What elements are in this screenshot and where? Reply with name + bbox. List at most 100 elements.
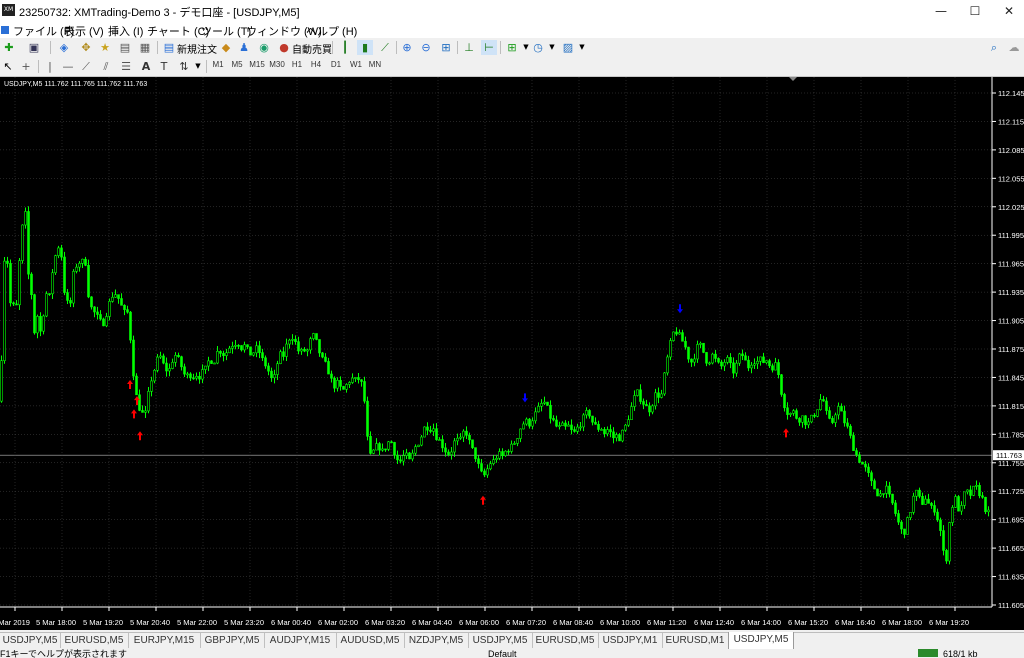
menu-tools[interactable]: ツール (T) (201, 23, 251, 39)
data-window-icon[interactable]: ✥ (78, 40, 94, 55)
chart-tab[interactable]: EURUSD,M5 (532, 633, 599, 648)
crosshair-icon[interactable]: + (18, 59, 34, 74)
minimize-button[interactable]: — (924, 0, 958, 22)
timeframe-m1[interactable]: M1 (209, 60, 227, 69)
candle-body (654, 392, 657, 407)
menu-insert[interactable]: 挿入 (I) (108, 23, 143, 39)
time-label: 6 Mar 08:40 (553, 618, 593, 627)
timeframe-h4[interactable]: H4 (307, 60, 325, 69)
strategy-tester-icon[interactable]: ▦ (137, 40, 153, 55)
close-button[interactable]: ✕ (992, 0, 1024, 22)
time-label: 6 Mar 07:20 (506, 618, 546, 627)
chart-tab[interactable]: USDJPY,M1 (598, 633, 663, 648)
candle-body (57, 247, 60, 256)
candle-body (813, 414, 816, 417)
new-order-button[interactable]: 新規注文 (177, 41, 217, 56)
candle-body (948, 522, 951, 562)
candle-body (699, 342, 702, 345)
auto-trading-button[interactable]: 自動売買 (292, 41, 332, 56)
chart-tab[interactable]: AUDUSD,M5 (336, 633, 405, 648)
price-label: 112.025 (998, 203, 1024, 212)
zoom-out-icon[interactable]: ⊖ (418, 40, 434, 55)
candle-body (417, 444, 420, 447)
cursor-icon[interactable]: ↖ (0, 59, 16, 74)
chart-tab[interactable]: USDJPY,M5 (0, 633, 61, 648)
trendline-icon[interactable]: ⟋ (78, 59, 94, 74)
candle-body (870, 472, 873, 482)
terminal-icon[interactable]: ▤ (117, 40, 133, 55)
shift-marker-icon[interactable] (789, 77, 797, 81)
menu-help[interactable]: ヘルプ (H) (306, 23, 357, 39)
candle-body (195, 375, 198, 379)
arrows-dropdown-icon[interactable]: ▼ (190, 59, 206, 74)
bar-chart-icon[interactable]: ┃ (337, 40, 353, 55)
candle-body (207, 360, 210, 367)
candle-body (12, 302, 15, 305)
candlestick-icon[interactable]: ▮ (357, 40, 373, 55)
zoom-in-icon[interactable]: ⊕ (399, 40, 415, 55)
timeframe-h1[interactable]: H1 (288, 60, 306, 69)
chart-tab[interactable]: USDJPY,M5 (468, 633, 533, 648)
tile-windows-icon[interactable]: ⊞ (438, 40, 454, 55)
mdi-chart-icon[interactable] (0, 22, 10, 38)
profiles-icon[interactable]: ▣ (26, 40, 42, 55)
new-order-icon[interactable]: ▤ (161, 40, 177, 55)
candle-body (243, 344, 246, 351)
candle-body (339, 380, 342, 387)
search-icon[interactable]: ⌕ (986, 40, 1002, 55)
text-label-icon[interactable]: T (156, 59, 172, 74)
candle-body (900, 521, 903, 530)
signals-icon[interactable]: ♟ (236, 40, 252, 55)
chart-tab[interactable]: GBPJPY,M5 (200, 633, 265, 648)
candle-body (882, 493, 885, 495)
menu-chart[interactable]: チャート (C) (147, 23, 209, 39)
menu-view[interactable]: 表示 (V) (64, 23, 104, 39)
chat-icon[interactable]: ☁ (1006, 40, 1022, 55)
candle-body (594, 421, 597, 425)
time-label: 6 Mar 10:00 (600, 618, 640, 627)
templates-dropdown-icon[interactable]: ▼ (574, 40, 590, 55)
candle-body (375, 443, 378, 451)
candle-body (285, 343, 288, 357)
price-label: 111.605 (998, 601, 1024, 610)
chart-tab[interactable]: USDJPY,M5 (728, 632, 794, 650)
vertical-line-icon[interactable]: | (42, 59, 58, 74)
chart-shift-icon[interactable]: ⊥ (461, 40, 477, 55)
equidistant-channel-icon[interactable]: ⫽ (98, 59, 114, 74)
timeframe-m30[interactable]: M30 (268, 60, 286, 69)
time-label: 6 Mar 11:20 (647, 618, 686, 627)
new-chart-icon[interactable]: ✚ (1, 40, 17, 55)
timeframe-m15[interactable]: M15 (248, 60, 266, 69)
candle-body (429, 429, 432, 432)
timeframe-d1[interactable]: D1 (327, 60, 345, 69)
candle-body (0, 360, 3, 402)
text-icon[interactable]: A (138, 59, 154, 74)
line-chart-icon[interactable]: ⟋ (377, 40, 393, 55)
maximize-button[interactable]: ☐ (958, 0, 992, 22)
fibonacci-icon[interactable]: ☰ (118, 59, 134, 74)
candle-body (372, 449, 375, 454)
chart-tab[interactable]: EURUSD,M1 (662, 633, 729, 648)
candle-body (780, 374, 783, 395)
timeframe-w1[interactable]: W1 (347, 60, 365, 69)
periods-dropdown-icon[interactable]: ▼ (544, 40, 560, 55)
chart-tab[interactable]: AUDJPY,M15 (264, 633, 337, 648)
timeframe-m5[interactable]: M5 (228, 60, 246, 69)
sell-arrow-icon (677, 304, 683, 314)
market-icon[interactable]: ◉ (256, 40, 272, 55)
chart-tab[interactable]: EURJPY,M15 (128, 633, 201, 648)
chart-tab[interactable]: NZDJPY,M5 (404, 633, 469, 648)
meta-editor-icon[interactable]: ◆ (218, 40, 234, 55)
market-watch-icon[interactable]: ◈ (56, 40, 72, 55)
auto-scroll-icon[interactable]: ⊢ (481, 40, 497, 55)
navigator-icon[interactable]: ★ (97, 40, 113, 55)
price-chart[interactable]: 112.145 112.115 112.085 112.055 112.025 111.9… (0, 77, 1024, 630)
timeframe-mn[interactable]: MN (366, 60, 384, 69)
candle-body (312, 333, 315, 339)
horizontal-line-icon[interactable]: — (60, 59, 76, 74)
signal-arrows (127, 304, 789, 505)
chart-tab[interactable]: EURUSD,M5 (60, 633, 129, 648)
chart-canvas[interactable]: 112.145 112.115 112.085 112.055 112.025 111.9… (0, 77, 1024, 630)
auto-trading-icon[interactable]: ● (276, 40, 292, 55)
candle-body (816, 409, 819, 417)
